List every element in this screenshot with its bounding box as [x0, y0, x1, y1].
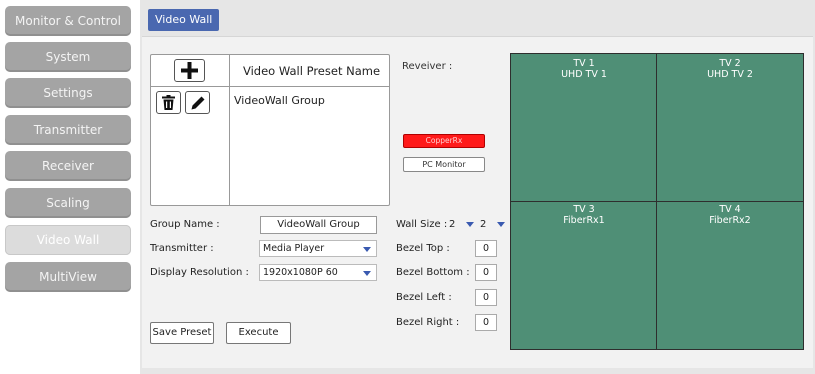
bezel-bottom-field[interactable]: 0: [475, 264, 497, 281]
preset-list-item[interactable]: VideoWall Group: [234, 94, 325, 107]
bezel-left-label: Bezel Left :: [396, 292, 452, 303]
chevron-down-icon: [497, 222, 505, 227]
page-title: Video Wall: [148, 9, 220, 31]
tv-receiver: UHD TV 2: [707, 69, 753, 80]
display-resolution-select[interactable]: 1920x1080P 60: [259, 264, 377, 281]
delete-preset-button[interactable]: [156, 91, 181, 114]
transmitter-value: Media Player: [263, 243, 325, 254]
tv-receiver: FiberRx1: [563, 215, 605, 226]
sidebar-item-scaling[interactable]: Scaling: [5, 188, 131, 218]
trash-icon: [162, 95, 175, 110]
tv-cell-1[interactable]: TV 1 UHD TV 1: [511, 58, 657, 80]
preset-list: Video Wall Preset Name VideoWall Group: [150, 54, 390, 206]
main-content: Video Wall Video Wall Preset Name VideoW…: [140, 0, 815, 374]
tv-receiver: UHD TV 1: [561, 69, 607, 80]
grid-divider-horizontal: [511, 201, 803, 202]
group-name-field[interactable]: VideoWall Group: [260, 216, 377, 234]
wall-size-cols-value: 2: [449, 219, 456, 230]
bezel-bottom-label: Bezel Bottom :: [396, 267, 470, 278]
group-name-label: Group Name :: [150, 219, 220, 230]
tv-name: TV 1: [573, 58, 595, 69]
tv-name: TV 3: [573, 204, 595, 215]
sidebar-item-monitor-control[interactable]: Monitor & Control: [5, 6, 131, 36]
sidebar-item-system[interactable]: System: [5, 42, 131, 72]
chevron-down-icon: [363, 247, 371, 252]
transmitter-select[interactable]: Media Player: [259, 240, 377, 257]
video-wall-grid: TV 1 UHD TV 1 TV 2 UHD TV 2 TV 3 FiberRx…: [510, 53, 804, 350]
sidebar-item-receiver[interactable]: Receiver: [5, 151, 131, 181]
transmitter-label: Transmitter :: [150, 243, 214, 254]
sidebar-item-video-wall[interactable]: Video Wall: [5, 225, 131, 255]
bezel-right-field[interactable]: 0: [475, 314, 497, 331]
edit-preset-button[interactable]: [185, 91, 210, 114]
tv-cell-4[interactable]: TV 4 FiberRx2: [657, 204, 803, 226]
save-preset-button[interactable]: Save Preset: [150, 322, 214, 344]
sidebar-item-transmitter[interactable]: Transmitter: [5, 115, 131, 145]
preset-header-divider: [151, 86, 389, 87]
receiver-copperrx-button[interactable]: CopperRx: [403, 134, 485, 148]
sidebar-nav: Monitor & Control System Settings Transm…: [0, 0, 137, 374]
add-preset-button[interactable]: [174, 59, 205, 82]
bezel-top-field[interactable]: 0: [475, 240, 497, 257]
tv-name: TV 2: [719, 58, 741, 69]
wall-size-label: Wall Size :: [396, 219, 448, 230]
wall-size-cols-select[interactable]: 2: [449, 216, 474, 233]
sidebar-item-multiview[interactable]: MultiView: [5, 262, 131, 292]
display-resolution-label: Display Resolution :: [150, 267, 249, 278]
sidebar-item-settings[interactable]: Settings: [5, 78, 131, 108]
tv-receiver: FiberRx2: [709, 215, 751, 226]
tv-cell-2[interactable]: TV 2 UHD TV 2: [657, 58, 803, 80]
bezel-left-field[interactable]: 0: [475, 289, 497, 306]
chevron-down-icon: [363, 271, 371, 276]
tv-name: TV 4: [719, 204, 741, 215]
bezel-right-label: Bezel Right :: [396, 317, 460, 328]
preset-name-header: Video Wall Preset Name: [243, 64, 381, 78]
receiver-pc-monitor-button[interactable]: PC Monitor: [403, 157, 485, 172]
chevron-down-icon: [466, 222, 474, 227]
pencil-icon: [191, 96, 204, 109]
preset-divider: [229, 55, 230, 205]
execute-button[interactable]: Execute: [226, 322, 291, 344]
tv-cell-3[interactable]: TV 3 FiberRx1: [511, 204, 657, 226]
plus-icon: [181, 62, 198, 79]
receiver-label: Reveiver :: [402, 61, 453, 72]
wall-size-rows-select[interactable]: 2: [480, 216, 505, 233]
wall-size-rows-value: 2: [480, 219, 487, 230]
display-resolution-value: 1920x1080P 60: [263, 267, 338, 278]
bezel-top-label: Bezel Top :: [396, 243, 450, 254]
